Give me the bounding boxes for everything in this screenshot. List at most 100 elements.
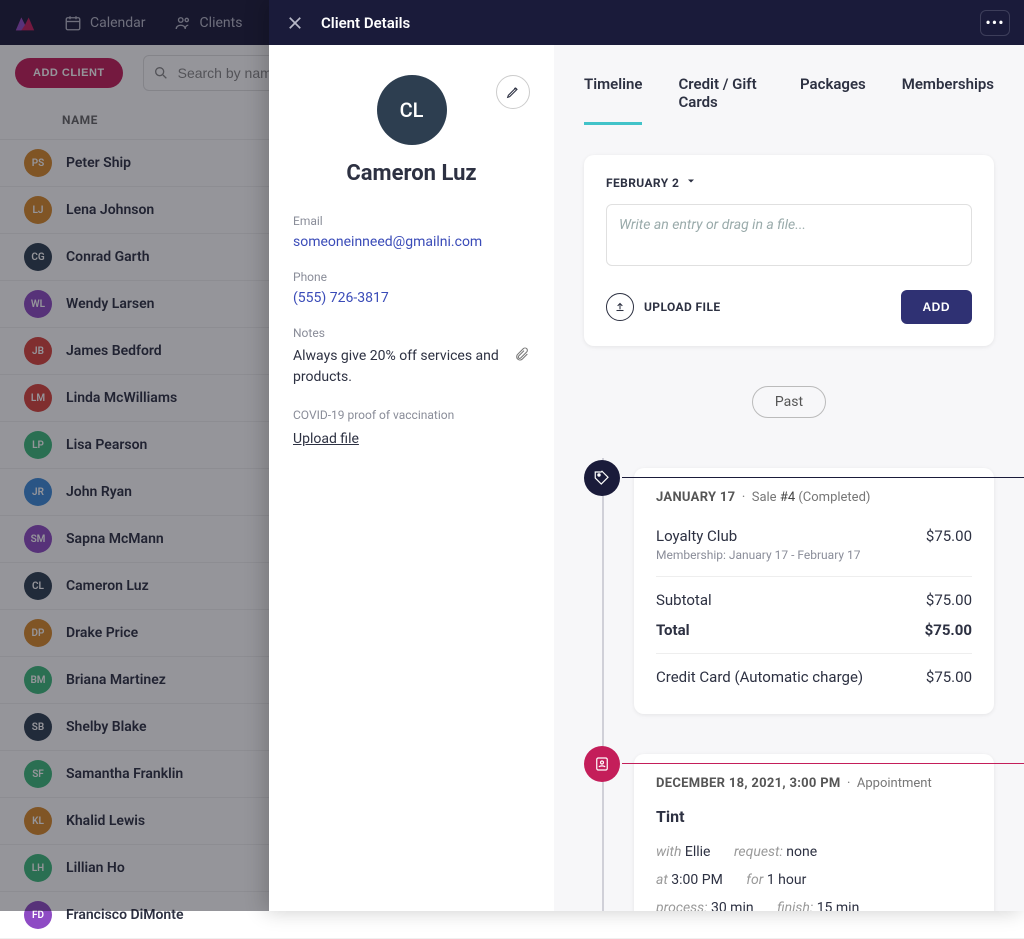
appointment-badge-icon [584,746,620,782]
close-button[interactable] [283,11,307,35]
appt-type: Appointment [857,776,932,791]
sale-item-price: $75.00 [926,527,972,545]
search-icon [153,65,169,81]
avatar: PS [24,149,52,177]
avatar: LJ [24,196,52,224]
app-logo-icon [14,12,36,34]
avatar: LP [24,431,52,459]
email-label: Email [293,214,530,228]
timeline-item-appointment: DECEMBER 18, 2021, 3:00 PM · Appointment… [634,754,994,911]
appt-service: Tint [656,807,972,826]
client-name: Shelby Blake [66,719,147,735]
client-name: Khalid Lewis [66,813,145,829]
tab-memberships[interactable]: Memberships [902,75,994,125]
avatar: LM [24,384,52,412]
timeline: JANUARY 17 · Sale #4 (Completed) Loyalty… [584,448,994,911]
notes-label: Notes [293,326,530,340]
avatar: FD [24,901,52,929]
avatar: SF [24,760,52,788]
avatar: SM [24,525,52,553]
client-name: James Bedford [66,343,162,359]
upload-label: UPLOAD FILE [644,300,721,314]
edit-client-button[interactable] [496,75,530,109]
timeline-divider [622,477,1024,478]
avatar: CL [24,572,52,600]
avatar: JB [24,337,52,365]
timeline-column: Timeline Credit / Gift Cards Packages Membe… [554,45,1024,911]
attachment-icon[interactable] [514,346,530,366]
client-name: Briana Martinez [66,672,166,688]
sale-item-name: Loyalty Club [656,527,861,545]
payment-value: $75.00 [926,668,972,686]
upload-file-link[interactable]: Upload file [293,431,359,447]
tab-credit-gift-cards[interactable]: Credit / Gift Cards [678,75,764,125]
covid-label: COVID-19 proof of vaccination [293,408,530,422]
sale-tag-icon [584,460,620,496]
subtotal-label: Subtotal [656,591,712,609]
add-client-button[interactable]: ADD CLIENT [15,58,123,88]
client-name: Conrad Garth [66,249,150,265]
timeline-line [602,458,604,911]
client-name: Peter Ship [66,155,131,171]
total-value: $75.00 [925,621,972,639]
calendar-icon [64,14,82,32]
client-avatar: CL [377,75,447,145]
entry-card: FEBRUARY 2 UPLOAD FILE ADD [584,155,994,346]
notes-value: Always give 20% off services and product… [293,346,504,388]
client-name-heading: Cameron Luz [293,161,530,186]
phone-label: Phone [293,270,530,284]
client-name: Linda McWilliams [66,390,177,406]
sale-item-sub: Membership: January 17 - February 17 [656,548,861,562]
sale-date: JANUARY 17 [656,490,735,505]
past-pill-button[interactable]: Past [752,386,826,418]
avatar: JR [24,478,52,506]
appointment-card[interactable]: DECEMBER 18, 2021, 3:00 PM · Appointment… [634,754,994,911]
email-value[interactable]: someoneinneed@gmailni.com [293,234,530,250]
client-name: Drake Price [66,625,138,641]
client-name: Sapna McMann [66,531,164,547]
client-name: Samantha Franklin [66,766,183,782]
avatar: WL [24,290,52,318]
payment-label: Credit Card (Automatic charge) [656,668,863,686]
subtotal-value: $75.00 [926,591,972,609]
nav-calendar[interactable]: Calendar [64,14,146,32]
appt-date: DECEMBER 18, 2021, 3:00 PM [656,776,841,791]
caret-down-icon [685,175,697,190]
client-name: John Ryan [66,484,132,500]
client-name: Cameron Luz [66,578,149,594]
nav-clients[interactable]: Clients [174,14,243,32]
tabs: Timeline Credit / Gift Cards Packages Membe… [554,45,1024,125]
total-label: Total [656,621,690,639]
client-name: Lisa Pearson [66,437,147,453]
client-name: Lena Johnson [66,202,154,218]
add-button[interactable]: ADD [901,290,973,324]
panel-header: Client Details ••• [269,0,1024,45]
client-name: Wendy Larsen [66,296,154,312]
avatar: CG [24,243,52,271]
upload-icon [606,293,634,321]
more-button[interactable]: ••• [980,10,1010,36]
client-details-panel: Client Details ••• CL Cameron Luz Email … [269,0,1024,911]
avatar: BM [24,666,52,694]
sale-card[interactable]: JANUARY 17 · Sale #4 (Completed) Loyalty… [634,468,994,714]
nav-label: Clients [200,15,243,31]
upload-file-button[interactable]: UPLOAD FILE [606,293,721,321]
timeline-divider [622,763,1024,764]
timeline-item-sale: JANUARY 17 · Sale #4 (Completed) Loyalty… [634,468,994,714]
avatar: KL [24,807,52,835]
avatar: LH [24,854,52,882]
entry-date-picker[interactable]: FEBRUARY 2 [606,175,972,190]
panel-title: Client Details [321,14,980,32]
client-name: Francisco DiMonte [66,907,183,923]
avatar: DP [24,619,52,647]
tab-timeline[interactable]: Timeline [584,75,642,125]
nav-label: Calendar [90,15,146,31]
clients-icon [174,14,192,32]
tab-packages[interactable]: Packages [800,75,866,125]
client-info-column: CL Cameron Luz Email someoneinneed@gmail… [269,45,554,911]
entry-textarea[interactable] [606,204,972,266]
avatar: SB [24,713,52,741]
phone-value[interactable]: (555) 726-3817 [293,290,530,306]
entry-date-label: FEBRUARY 2 [606,176,679,190]
client-name: Lillian Ho [66,860,125,876]
